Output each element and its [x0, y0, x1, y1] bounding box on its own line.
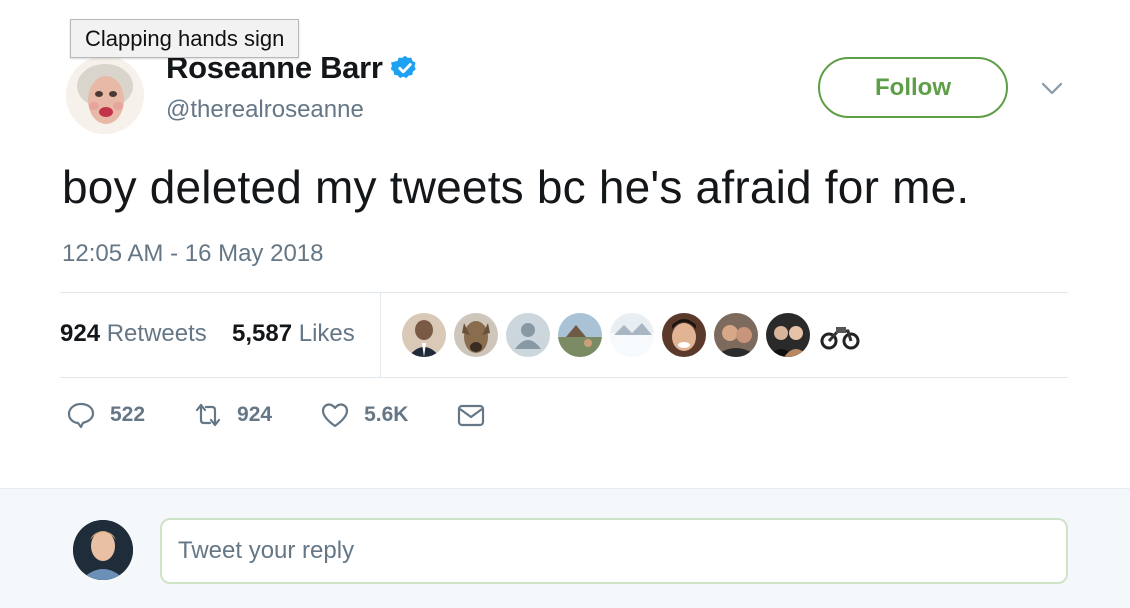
envelope-icon[interactable] — [456, 400, 486, 430]
direct-message-action[interactable] — [456, 400, 486, 430]
stats-divider — [380, 293, 381, 377]
liker-avatar[interactable] — [558, 313, 602, 357]
tweet-page: Clapping hands sign Roseanne Barr @there… — [0, 0, 1130, 608]
retweet-icon[interactable] — [193, 400, 223, 430]
reply-composer — [0, 488, 1130, 608]
reply-count: 522 — [110, 403, 146, 426]
reply-icon[interactable] — [66, 400, 96, 430]
like-count: 5.6K — [364, 403, 409, 426]
liker-avatar[interactable] — [454, 313, 498, 357]
reply-action[interactable]: 522 — [66, 400, 145, 430]
emoji-tooltip: Clapping hands sign — [70, 19, 300, 58]
likes-stat[interactable]: 5,587 Likes — [232, 320, 355, 348]
follow-button[interactable]: Follow — [818, 57, 1008, 118]
retweets-count: 924 — [60, 320, 101, 347]
reply-input[interactable] — [160, 518, 1068, 584]
likers-avatars — [402, 313, 870, 357]
tweet-timestamp[interactable]: 12:05 AM - 16 May 2018 — [62, 240, 324, 268]
like-action[interactable]: 5.6K — [320, 400, 408, 430]
liker-avatar[interactable] — [402, 313, 446, 357]
retweets-stat[interactable]: 924 Retweets — [60, 320, 207, 348]
tweet-stats: 924 Retweets 5,587 Likes — [60, 292, 1068, 378]
likes-label: Likes — [298, 320, 355, 347]
tweet-actions: 522 924 5.6K — [66, 400, 534, 430]
chevron-down-icon[interactable] — [1040, 80, 1064, 98]
liker-avatar[interactable] — [766, 313, 810, 357]
liker-avatar[interactable] — [610, 313, 654, 357]
liker-avatar[interactable] — [662, 313, 706, 357]
current-user-avatar[interactable] — [73, 520, 133, 580]
likes-count: 5,587 — [232, 320, 293, 347]
retweet-action[interactable]: 924 — [193, 400, 272, 430]
tweet-text: boy deleted my tweets bc he's afraid for… — [62, 161, 970, 213]
liker-avatar[interactable] — [506, 313, 550, 357]
heart-icon[interactable] — [320, 400, 350, 430]
liker-avatar[interactable] — [818, 313, 862, 357]
liker-avatar[interactable] — [714, 313, 758, 357]
verified-badge-icon — [390, 55, 416, 79]
retweets-label: Retweets — [106, 320, 207, 347]
author-avatar[interactable] — [66, 56, 144, 134]
author-handle[interactable]: @therealroseanne — [166, 96, 364, 124]
retweet-count: 924 — [237, 403, 273, 426]
